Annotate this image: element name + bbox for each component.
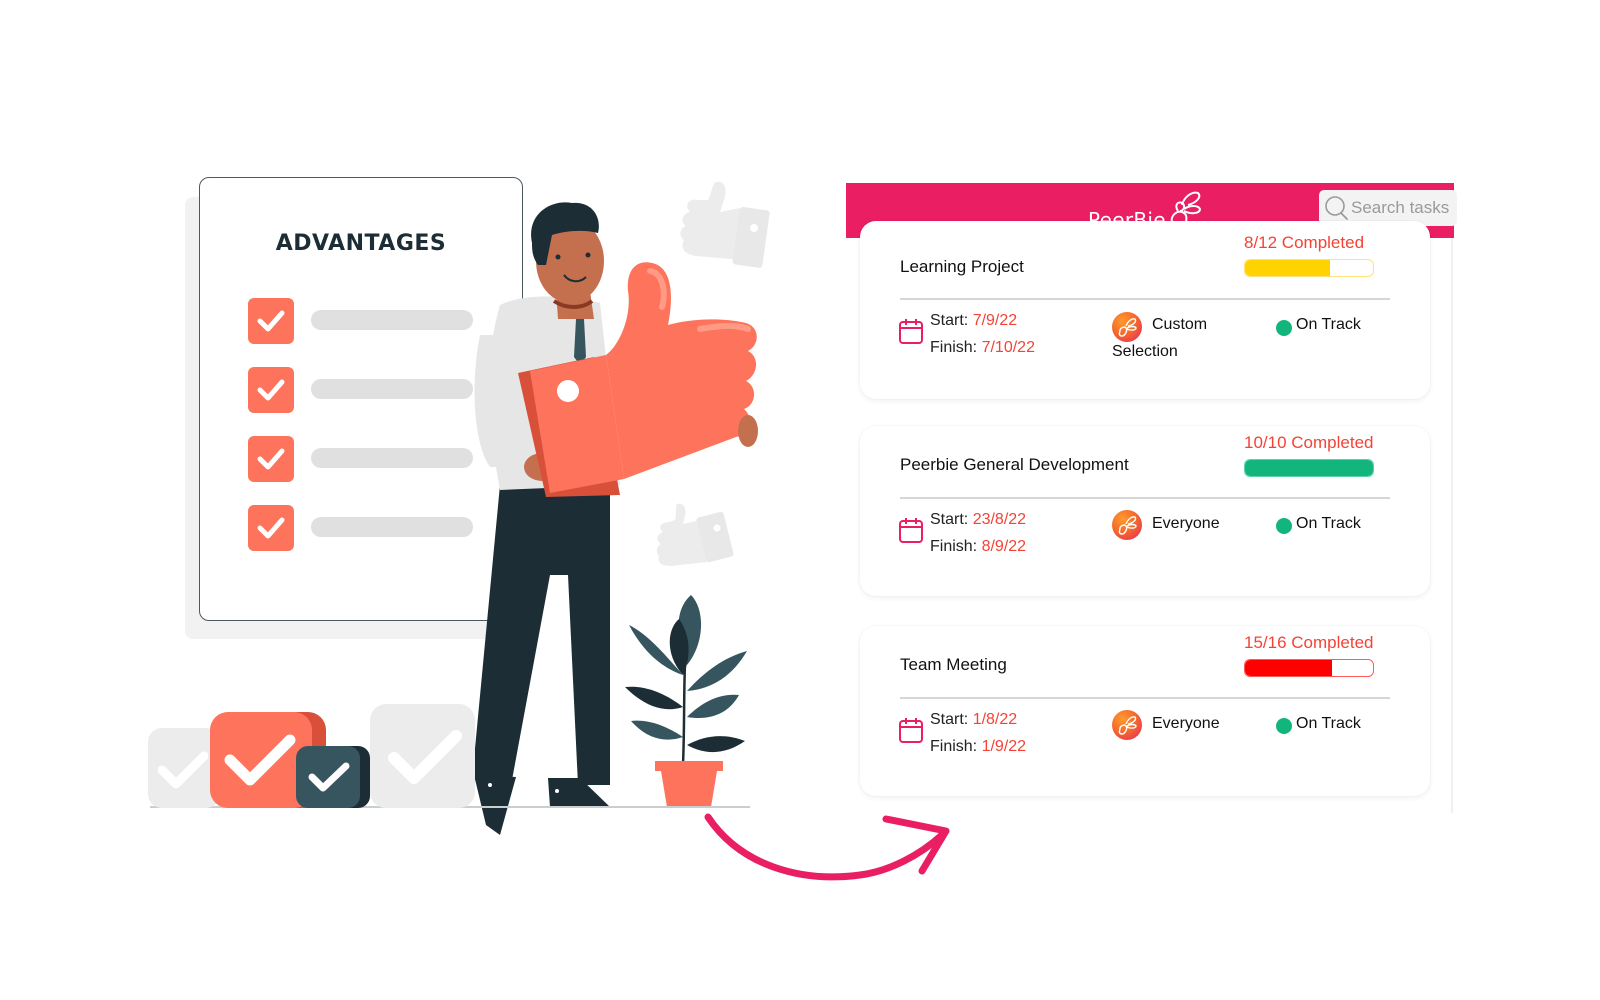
start-date: Start: 7/9/22 — [930, 312, 1018, 329]
card-divider — [900, 497, 1390, 499]
project-title[interactable]: Learning Project — [900, 257, 1024, 277]
peerbie-app-panel: PeerBie Learning Project 8/12 Completed — [846, 183, 1457, 813]
checkbox-checked-icon — [248, 436, 294, 482]
checkbox-checked-small-icon — [296, 746, 360, 808]
calendar-icon — [899, 718, 923, 743]
status-label: On Track — [1296, 316, 1361, 333]
assignee-label: Custom Selection — [1112, 316, 1208, 360]
status-dot-icon — [1276, 718, 1292, 734]
progress-label: 15/16 Completed — [1244, 633, 1374, 652]
project-card[interactable]: Team Meeting 15/16 Completed Start: 1/8/… — [860, 626, 1430, 796]
finish-date: Finish: 8/9/22 — [930, 538, 1027, 555]
progress-bar — [1244, 459, 1374, 477]
calendar-icon — [899, 518, 923, 543]
progress-bar-fill — [1245, 660, 1333, 676]
placeholder-line — [311, 310, 473, 330]
project-dates: Start: 1/8/22 Finish: 1/9/22 — [930, 706, 1026, 760]
checkbox-faded-icon — [370, 704, 475, 808]
potted-plant — [625, 595, 747, 807]
finish-date: Finish: 1/9/22 — [930, 738, 1027, 755]
start-date: Start: 23/8/22 — [930, 511, 1027, 528]
progress-bar-fill — [1245, 260, 1331, 276]
checkbox-checked-icon — [248, 367, 294, 413]
progress-bar — [1244, 259, 1374, 277]
start-date: Start: 1/8/22 — [930, 711, 1018, 728]
progress-bar-fill — [1245, 460, 1373, 476]
checklist-item — [248, 298, 478, 344]
finish-date: Finish: 7/10/22 — [930, 339, 1035, 356]
search-icon — [1325, 196, 1348, 220]
status-dot-icon — [1276, 518, 1292, 534]
checkbox-checked-icon — [248, 505, 294, 551]
progress-bar — [1244, 659, 1374, 677]
project-card[interactable]: Learning Project 8/12 Completed Start: 7… — [860, 221, 1430, 399]
status-dot-icon — [1276, 320, 1292, 336]
curved-arrow-icon — [704, 813, 950, 881]
project-dates: Start: 23/8/22 Finish: 8/9/22 — [930, 506, 1026, 560]
card-divider — [900, 697, 1390, 699]
checklist-item — [248, 367, 478, 413]
assignee-label: Everyone — [1152, 715, 1220, 732]
placeholder-line — [311, 379, 473, 399]
project-dates: Start: 7/9/22 Finish: 7/10/22 — [930, 307, 1035, 361]
project-title[interactable]: Team Meeting — [900, 655, 1007, 675]
advantages-illustration: ADVANTAGES — [0, 0, 800, 1000]
progress-label: 8/12 Completed — [1244, 233, 1365, 252]
checklist-item — [248, 505, 478, 551]
placeholder-line — [311, 448, 473, 468]
search-input[interactable] — [1349, 198, 1457, 218]
calendar-icon — [899, 319, 923, 344]
checkbox-checked-icon — [248, 298, 294, 344]
assignee-label: Everyone — [1152, 515, 1220, 532]
project-title[interactable]: Peerbie General Development — [900, 455, 1129, 475]
placeholder-line — [311, 517, 473, 537]
card-divider — [900, 298, 1390, 300]
status-label: On Track — [1296, 515, 1361, 532]
progress-label: 10/10 Completed — [1244, 433, 1374, 452]
status-label: On Track — [1296, 715, 1361, 732]
checklist-item — [248, 436, 478, 482]
project-card[interactable]: Peerbie General Development 10/10 Comple… — [860, 426, 1430, 596]
